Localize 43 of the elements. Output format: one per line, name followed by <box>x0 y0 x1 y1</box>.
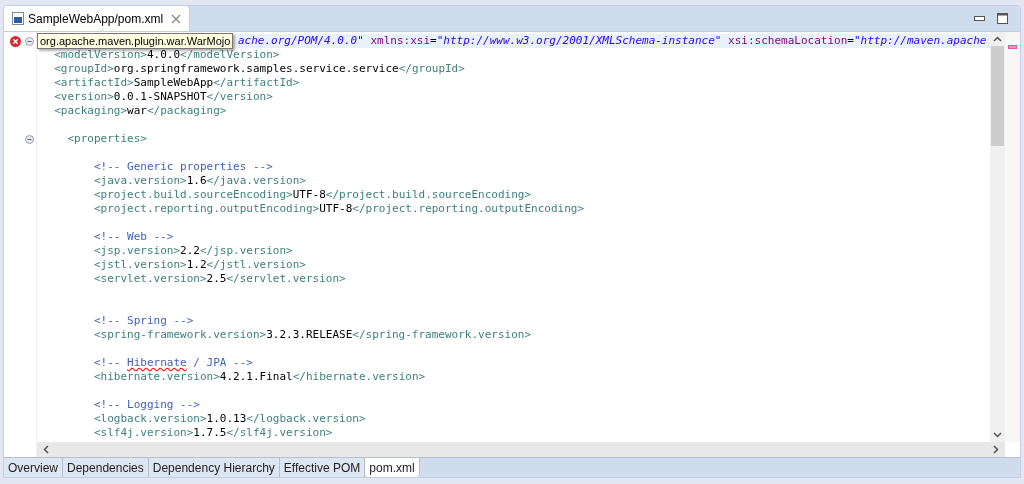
close-icon[interactable] <box>171 13 182 24</box>
code-line: <hibernate.version>4.2.1.Final</hibernate.version> <box>92 370 427 384</box>
vertical-scrollbar[interactable] <box>990 32 1005 442</box>
code-line: <project.build.sourceEncoding>UTF-8</project.build.sourceEncoding> <box>92 188 533 202</box>
code-line: <java.version>1.6</java.version> <box>92 174 307 188</box>
minimize-icon[interactable] <box>974 15 985 22</box>
page-tab[interactable]: Dependencies <box>63 458 149 477</box>
code-line: <logback.version>1.0.13</logback.version> <box>92 412 367 426</box>
maximize-icon[interactable] <box>997 13 1008 24</box>
code-line: <packaging>war</packaging> <box>53 104 228 118</box>
page-tab[interactable]: Effective POM <box>279 458 366 477</box>
error-marker[interactable] <box>1008 45 1017 49</box>
collapse-icon[interactable] <box>25 134 34 144</box>
code-line: <modelVersion>4.0.0</modelVersion> <box>53 48 281 62</box>
code-line: <version>0.0.1-SNAPSHOT</version> <box>53 90 274 104</box>
scroll-right-icon[interactable] <box>993 445 999 454</box>
code-line: <project.reporting.outputEncoding>UTF-8</project.reporting.outputEncoding> <box>92 202 586 216</box>
code-line: <!-- Hibernate / JPA --> <box>92 356 254 370</box>
page-tab[interactable]: Dependency Hierarchy <box>148 458 280 477</box>
scrollbar-thumb[interactable] <box>991 46 1004 146</box>
code-line: <jstl.version>1.2</jstl.version> <box>92 258 307 272</box>
code-line: <spring-framework.version>3.2.3.RELEASE</spring-framework.version> <box>92 328 533 342</box>
code-line: <!-- Spring --> <box>92 314 195 328</box>
code-line: <!-- Logging --> <box>92 398 201 412</box>
code-line: <servlet.version>2.5</servlet.version> <box>92 272 347 286</box>
code-line: <groupId>org.springframework.samples.service.service</groupId> <box>53 62 466 76</box>
code-line: <!-- Generic properties --> <box>92 160 274 174</box>
code-line: <properties> <box>66 132 148 146</box>
maven-file-icon <box>12 12 24 25</box>
scroll-up-icon[interactable] <box>993 36 1002 42</box>
code-line: <!-- Web --> <box>92 230 175 244</box>
horizontal-scrollbar[interactable] <box>37 442 1005 457</box>
scroll-down-icon[interactable] <box>993 432 1002 438</box>
code-line: <jsp.version>2.2</jsp.version> <box>92 244 294 258</box>
code-line: <slf4j.version>1.7.5</slf4j.version> <box>92 426 334 440</box>
scroll-left-icon[interactable] <box>43 445 49 454</box>
code-line: <artifactId>SampleWebApp</artifactId> <box>53 76 301 90</box>
tooltip: org.apache.maven.plugin.war.WarMojo <box>37 33 234 49</box>
editor-tab[interactable]: SampleWebApp/pom.xml <box>4 6 191 31</box>
misspelled-word: Hibernate <box>127 356 187 369</box>
page-tab[interactable]: pom.xml <box>365 458 420 477</box>
page-tab[interactable]: Overview <box>4 458 63 477</box>
collapse-icon[interactable] <box>25 36 34 46</box>
